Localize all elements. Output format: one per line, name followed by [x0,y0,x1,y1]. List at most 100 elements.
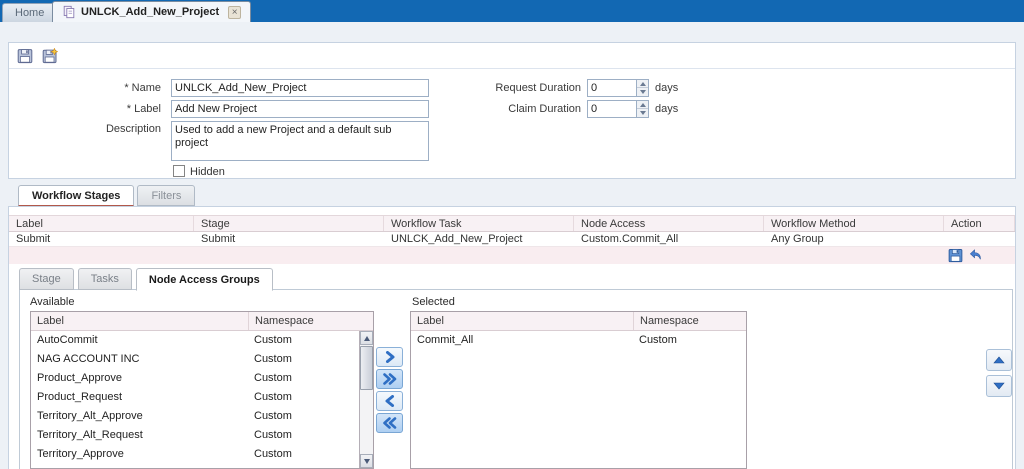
spin-down-icon[interactable] [637,88,648,96]
tab-tasks[interactable]: Tasks [78,268,132,290]
cell [944,232,1015,246]
list-item[interactable]: Territory_Alt_Request Custom [31,426,373,445]
claim-duration-spinner [636,101,648,117]
spin-down-icon[interactable] [637,109,648,117]
column-header[interactable]: Stage [194,216,384,231]
node-access-groups-panel: Available Label Namespace AutoCommit Cus… [19,289,1013,469]
scroll-down-icon[interactable] [360,454,373,468]
selected-title: Selected [412,296,455,308]
list-item[interactable]: Product_Request Custom [31,388,373,407]
hidden-checkbox[interactable] [173,165,185,177]
available-scrollbar[interactable] [359,331,373,468]
list-item[interactable]: Territory_Alt_Approve Custom [31,407,373,426]
label-input[interactable] [171,100,429,118]
cell: UNLCK_Add_New_Project [384,232,574,246]
reorder-down-button[interactable] [986,375,1012,397]
column-header[interactable]: Workflow Method [764,216,944,231]
tab-home-label: Home [15,7,44,19]
cell: Custom [248,407,373,426]
claim-duration-unit: days [655,103,678,115]
scroll-up-icon[interactable] [360,331,373,345]
request-duration-spinner [636,80,648,96]
cell: Custom [248,426,373,445]
list-item[interactable]: Territory_Approve Custom [31,445,373,464]
claim-duration-input[interactable] [588,101,636,117]
cell: Custom.Commit_All [574,232,764,246]
cell: Custom [248,331,373,350]
cell: Product_Approve [31,369,248,388]
cell: AutoCommit [31,331,248,350]
form-toolbar [17,48,58,64]
name-input[interactable] [171,79,429,97]
list-item[interactable]: Commit_All Custom [411,331,746,350]
cell: Product_Request [31,388,248,407]
description-textarea[interactable]: Used to add a new Project and a default … [171,121,429,161]
list-item[interactable]: NAG ACCOUNT INC Custom [31,350,373,369]
save-as-icon[interactable] [42,48,58,64]
cell: Submit [9,232,194,246]
column-header[interactable]: Node Access [574,216,764,231]
cell: Custom [248,350,373,369]
workflow-stages-panel: Label Stage Workflow Task Node Access Wo… [8,206,1016,469]
move-all-button[interactable] [376,369,403,389]
cell: Submit [194,232,384,246]
stages-table-header: Label Stage Workflow Task Node Access Wo… [9,215,1015,232]
close-tab-icon[interactable]: × [228,6,241,19]
cell: Custom [633,331,746,350]
claim-duration-label: Claim Duration [399,103,587,115]
request-duration-spinbox [587,79,649,97]
move-button[interactable] [376,347,403,367]
available-list-body: AutoCommit Custom NAG ACCOUNT INC Custom… [31,331,373,464]
toolbar-separator [9,68,1015,69]
tab-active-label: UNLCK_Add_New_Project [81,6,219,18]
app-window: Home UNLCK_Add_New_Project × [0,0,1024,469]
cell: Custom [248,388,373,407]
cell: Territory_Alt_Approve [31,407,248,426]
column-header[interactable]: Workflow Task [384,216,574,231]
hidden-label: Hidden [190,166,225,178]
request-duration-unit: days [655,82,678,94]
tab-filters[interactable]: Filters [137,185,195,206]
tab-active-document[interactable]: UNLCK_Add_New_Project × [52,1,251,22]
cell: Territory_Alt_Request [31,426,248,445]
description-label: Description [9,123,169,135]
column-header: Namespace [633,312,746,330]
available-list-header: Label Namespace [31,312,373,331]
request-duration-input[interactable] [588,80,636,96]
column-header: Label [31,312,248,330]
table-row[interactable]: Submit Submit UNLCK_Add_New_Project Cust… [9,232,1015,247]
available-title: Available [30,296,74,308]
spin-up-icon[interactable] [637,101,648,109]
shuttle-buttons [376,347,403,433]
tab-stage[interactable]: Stage [19,268,74,290]
spin-up-icon[interactable] [637,80,648,88]
request-duration-label: Request Duration [399,82,587,94]
undo-icon[interactable] [968,248,983,263]
document-tabbar: Home UNLCK_Add_New_Project × [0,0,1024,22]
column-header[interactable]: Label [9,216,194,231]
remove-all-button[interactable] [376,413,403,433]
stage-detail-tabset: Stage Tasks Node Access Groups [19,268,273,290]
cell: Custom [248,369,373,388]
cell: Territory_Approve [31,445,248,464]
tab-node-access-groups[interactable]: Node Access Groups [136,268,273,291]
tab-home[interactable]: Home [2,3,57,22]
workflow-tabset: Workflow Stages Filters [18,185,195,206]
cell: Any Group [764,232,944,246]
list-item[interactable]: Product_Approve Custom [31,369,373,388]
save-icon[interactable] [17,48,33,64]
selected-list-body: Commit_All Custom [411,331,746,350]
list-item[interactable]: AutoCommit Custom [31,331,373,350]
label-label: * Label [9,103,169,115]
reorder-up-button[interactable] [986,349,1012,371]
cell: Custom [248,445,373,464]
available-list: Label Namespace AutoCommit Custom NAG AC… [30,311,374,469]
claim-duration-spinbox [587,100,649,118]
tab-workflow-stages[interactable]: Workflow Stages [18,185,134,206]
selected-list: Label Namespace Commit_All Custom [410,311,747,469]
remove-button[interactable] [376,391,403,411]
save-stage-icon[interactable] [948,248,963,263]
workflow-form-panel: * Name * Label Description Used to add a… [8,42,1016,179]
column-header[interactable]: Action [944,216,1015,231]
scrollbar-thumb[interactable] [360,346,373,390]
